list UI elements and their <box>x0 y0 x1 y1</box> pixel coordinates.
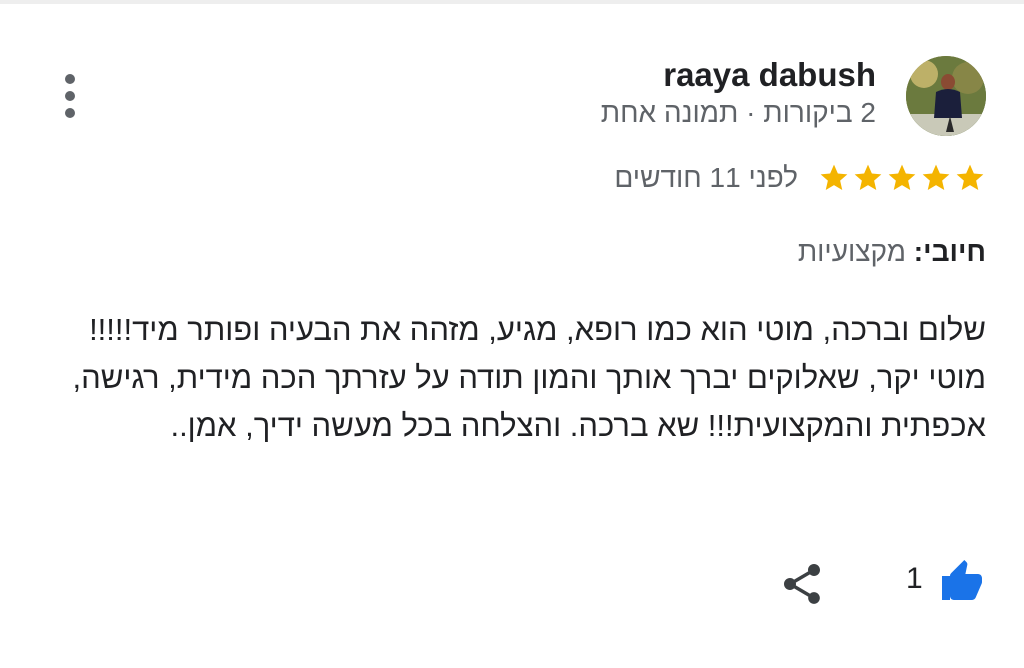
star-rating <box>818 162 986 194</box>
review-time: לפני 11 חודשים <box>614 162 798 193</box>
author-avatar[interactable] <box>906 56 986 136</box>
thumb-up-icon <box>942 560 982 600</box>
rating-row: לפני 11 חודשים <box>614 162 986 194</box>
share-icon <box>784 564 820 604</box>
like-button[interactable] <box>934 558 990 606</box>
share-button[interactable] <box>778 560 826 608</box>
author-meta: 2 ביקורות · תמונה אחת <box>600 97 876 128</box>
avatar-photo-icon <box>906 56 986 136</box>
like-count: 1 <box>906 562 923 595</box>
positive-value: מקצועיות <box>797 236 907 267</box>
star-icon <box>922 164 950 190</box>
star-icon <box>956 164 984 190</box>
star-icon <box>888 164 916 190</box>
star-icon <box>854 164 882 190</box>
more-vert-icon <box>65 74 75 84</box>
positive-attributes: חיובי: מקצועיות <box>798 236 986 268</box>
more-options-button[interactable] <box>56 72 84 120</box>
review-text: שלום וברכה, מוטי הוא כמו רופא, מגיע, מזה… <box>72 312 986 443</box>
review-card: raaya dabush 2 ביקורות · תמונה אחת לפני … <box>0 0 1024 668</box>
author-name[interactable]: raaya dabush <box>663 56 876 94</box>
star-icon <box>820 164 848 190</box>
positive-label: חיובי: <box>913 236 986 267</box>
